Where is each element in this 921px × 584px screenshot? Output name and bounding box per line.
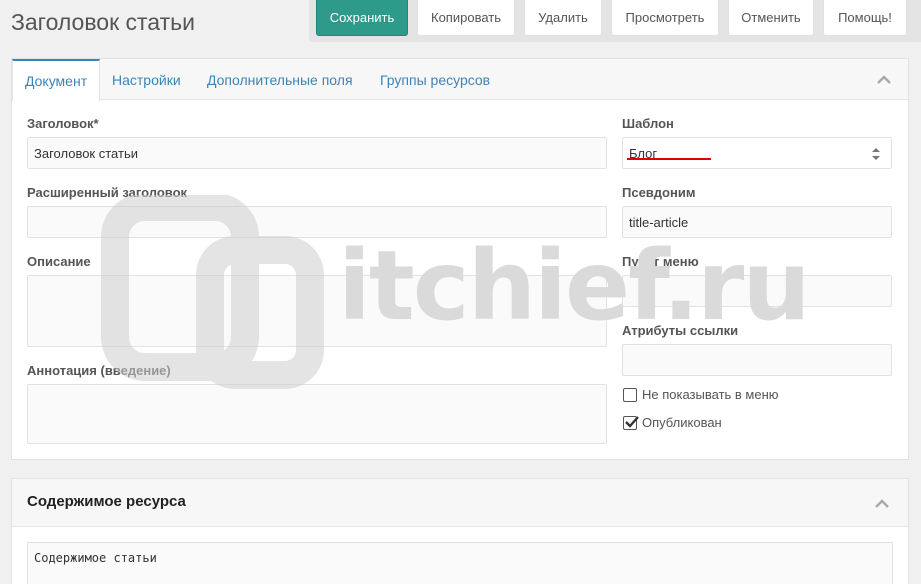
published-checkbox[interactable] [623, 415, 639, 430]
action-toolbar: Сохранить Копировать Удалить Просмотреть… [309, 0, 921, 42]
description-label: Описание [27, 254, 91, 269]
hidemenu-checkbox-row[interactable]: Не показывать в меню [623, 387, 779, 402]
delete-button[interactable]: Удалить [524, 0, 602, 36]
select-arrows-icon [872, 148, 880, 160]
tab-bar: Документ Настройки Дополнительные поля Г… [12, 59, 908, 101]
highlight-underline [627, 158, 711, 160]
tab-extra-fields[interactable]: Дополнительные поля [195, 59, 365, 100]
introtext-textarea[interactable] [27, 384, 607, 444]
template-label: Шаблон [622, 116, 674, 131]
view-button[interactable]: Просмотреть [611, 0, 719, 36]
link-attrs-label: Атрибуты ссылки [622, 323, 739, 338]
published-label: Опубликован [642, 415, 722, 430]
description-textarea[interactable] [27, 275, 607, 347]
longtitle-label: Расширенный заголовок [27, 185, 188, 200]
tab-settings[interactable]: Настройки [100, 59, 193, 100]
save-button[interactable]: Сохранить [316, 0, 408, 36]
chevron-up-icon[interactable] [874, 497, 890, 509]
longtitle-input[interactable] [27, 206, 607, 238]
checkmark-icon [625, 415, 639, 428]
tab-document[interactable]: Документ [12, 59, 101, 101]
title-label: Заголовок* [27, 116, 99, 131]
content-panel-header: Содержимое ресурса [12, 479, 908, 527]
hidemenu-checkbox[interactable] [623, 387, 637, 402]
content-panel-title: Содержимое ресурса [27, 493, 186, 510]
copy-button[interactable]: Копировать [417, 0, 515, 36]
alias-input[interactable]: title-article [622, 206, 892, 238]
title-input[interactable]: Заголовок статьи [27, 137, 607, 169]
template-select[interactable]: Блог [622, 137, 892, 169]
cancel-button[interactable]: Отменить [728, 0, 814, 36]
published-checkbox-row[interactable]: Опубликован [623, 415, 722, 430]
alias-label: Псевдоним [622, 185, 696, 200]
document-panel: Документ Настройки Дополнительные поля Г… [11, 58, 909, 460]
help-button[interactable]: Помощь! [823, 0, 907, 36]
hidemenu-label: Не показывать в меню [642, 387, 779, 402]
introtext-label: Аннотация (введение) [27, 363, 171, 378]
content-textarea[interactable]: Содержимое статьи [27, 542, 893, 584]
link-attrs-input[interactable] [622, 344, 892, 376]
menutitle-label: Пункт меню [622, 254, 699, 269]
page-title: Заголовок статьи [11, 9, 195, 35]
content-panel: Содержимое ресурса Содержимое статьи [11, 478, 909, 584]
menutitle-input[interactable] [622, 275, 892, 307]
tab-resource-groups[interactable]: Группы ресурсов [368, 59, 502, 100]
chevron-up-icon[interactable] [876, 73, 892, 85]
